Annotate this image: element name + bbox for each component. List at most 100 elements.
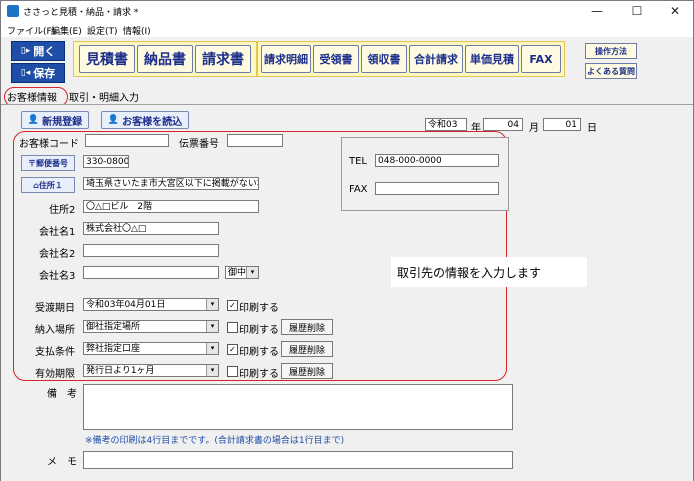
- postal-code-field[interactable]: 330-0800: [83, 155, 129, 168]
- validity-value: 発行日より1ヶ月: [86, 366, 155, 376]
- open-button-label: 開く: [33, 45, 56, 58]
- honorific-select[interactable]: 御中 ▾: [225, 266, 259, 279]
- address1-label: 住所１: [38, 180, 63, 190]
- minimize-button[interactable]: —: [577, 1, 617, 21]
- print-label: 印刷する: [239, 347, 279, 358]
- history-delete-button[interactable]: 履歴削除: [281, 363, 333, 379]
- memo-textarea[interactable]: [83, 451, 513, 469]
- history-delete-button[interactable]: 履歴削除: [281, 341, 333, 357]
- tel-label: TEL: [349, 156, 367, 167]
- print-label: 印刷する: [239, 303, 279, 314]
- day-field[interactable]: 01: [543, 118, 581, 131]
- delivery-place-value: 御社指定場所: [86, 322, 141, 332]
- validity-select[interactable]: 発行日より1ヶ月 ▾: [83, 364, 219, 377]
- person-icon: 👤: [27, 115, 40, 125]
- customer-code-field[interactable]: [85, 134, 169, 147]
- print-label: 印刷する: [239, 369, 279, 380]
- company3-label: 会社名3: [39, 271, 76, 282]
- payment-select[interactable]: 弊社指定口座 ▾: [83, 342, 219, 355]
- chevron-down-icon: ▾: [206, 343, 218, 354]
- help-button[interactable]: 操作方法: [585, 43, 637, 59]
- address2-field[interactable]: 〇△□ビル 2階: [83, 200, 259, 213]
- close-button[interactable]: ✕: [655, 1, 694, 21]
- total-invoice-button[interactable]: 合計請求: [409, 45, 463, 73]
- payment-value: 弊社指定口座: [86, 344, 141, 354]
- print-payment-checkbox[interactable]: ✓: [227, 344, 238, 355]
- customer-code-label: お客様コード: [19, 139, 79, 150]
- payment-label: 支払条件: [35, 347, 75, 358]
- slip-no-field[interactable]: [227, 134, 283, 147]
- print-label: 印刷する: [239, 325, 279, 336]
- company1-field[interactable]: 株式会社〇△□: [83, 222, 219, 235]
- delivery-date-label: 受渡期日: [35, 303, 75, 314]
- tab-transactions[interactable]: 取引・明細入力: [69, 89, 139, 104]
- fax-label: FAX: [349, 184, 368, 195]
- tel-field[interactable]: 048-000-0000: [375, 154, 499, 167]
- chevron-down-icon: ▾: [206, 321, 218, 332]
- save-button[interactable]: ▯◂ 保存: [11, 63, 65, 83]
- print-delivery-date-checkbox[interactable]: ✓: [227, 300, 238, 311]
- address1-field[interactable]: 埼玉県さいたま市大宮区以下に掲載がない場: [83, 177, 259, 190]
- contact-frame: [341, 137, 509, 211]
- era-year-field[interactable]: 令和03: [425, 118, 467, 131]
- app-window: ささっと見積・納品・請求 * — ☐ ✕ ファイル(F) 編集(E) 設定(T)…: [0, 0, 694, 481]
- instruction-callout: 取引先の情報を入力します: [391, 257, 587, 287]
- delivery-place-select[interactable]: 御社指定場所 ▾: [83, 320, 219, 333]
- title-bar: ささっと見積・納品・請求 * — ☐ ✕: [1, 1, 693, 21]
- company1-label: 会社名1: [39, 227, 76, 238]
- estimate-button[interactable]: 見積書: [79, 45, 135, 73]
- invoice-detail-button[interactable]: 請求明細: [261, 45, 311, 73]
- invoice-button[interactable]: 請求書: [195, 45, 251, 73]
- print-validity-checkbox[interactable]: [227, 366, 238, 377]
- window-title: ささっと見積・納品・請求 *: [23, 8, 139, 18]
- person-icon: 👤: [107, 115, 120, 125]
- new-register-button[interactable]: 👤 新規登録: [21, 111, 89, 129]
- remarks-textarea[interactable]: [83, 384, 513, 430]
- postal-code-label: 郵便番号: [36, 158, 68, 168]
- load-customer-button[interactable]: 👤 お客様を読込: [101, 111, 189, 129]
- delivery-button[interactable]: 納品書: [137, 45, 193, 73]
- save-door-icon: ▯◂: [20, 68, 31, 78]
- toolbar: ▯▸ 開く ▯◂ 保存 見積書 納品書 請求書 請求明細 受領書 領収書 合計請…: [1, 37, 693, 85]
- day-label: 日: [587, 123, 597, 134]
- load-customer-label: お客様を読込: [122, 116, 183, 128]
- postal-code-button[interactable]: 〒 郵便番号: [21, 155, 75, 171]
- company3-field[interactable]: [83, 266, 219, 279]
- remarks-note: ※備考の印刷は4行目までです。(合計請求書の場合は1行目まで): [85, 436, 345, 446]
- menu-bar: ファイル(F) 編集(E) 設定(T) 情報(I): [1, 21, 693, 37]
- validity-label: 有効期限: [35, 369, 75, 380]
- chevron-down-icon: ▾: [246, 267, 258, 278]
- honorific-value: 御中: [228, 268, 247, 278]
- maximize-button[interactable]: ☐: [617, 1, 657, 21]
- fax-button[interactable]: FAX: [521, 45, 561, 73]
- company2-field[interactable]: [83, 244, 219, 257]
- receipt-button[interactable]: 領収書: [361, 45, 407, 73]
- history-delete-button[interactable]: 履歴削除: [281, 319, 333, 335]
- app-icon: [7, 5, 19, 17]
- menu-file[interactable]: ファイル(F): [7, 24, 55, 37]
- slip-no-label: 伝票番号: [179, 139, 219, 150]
- save-button-label: 保存: [33, 67, 56, 80]
- address2-label: 住所2: [49, 205, 76, 216]
- delivery-date-value: 令和03年04月01日: [86, 300, 166, 310]
- delivery-date-select[interactable]: 令和03年04月01日 ▾: [83, 298, 219, 311]
- open-button[interactable]: ▯▸ 開く: [11, 41, 65, 61]
- faq-button[interactable]: よくある質問: [585, 63, 637, 79]
- receipt-ack-button[interactable]: 受領書: [313, 45, 359, 73]
- tab-strip: お客様情報 取引・明細入力: [1, 87, 693, 107]
- unit-estimate-button[interactable]: 単価見積: [465, 45, 519, 73]
- menu-edit[interactable]: 編集(E): [51, 24, 82, 37]
- menu-info[interactable]: 情報(I): [123, 24, 151, 37]
- fax-field[interactable]: [375, 182, 499, 195]
- address1-button[interactable]: ⌂ 住所１: [21, 177, 75, 193]
- memo-label: メ モ: [47, 457, 77, 468]
- menu-settings[interactable]: 設定(T): [87, 24, 118, 37]
- month-field[interactable]: 04: [483, 118, 523, 131]
- remarks-label: 備 考: [47, 389, 77, 400]
- print-delivery-place-checkbox[interactable]: [227, 322, 238, 333]
- chevron-down-icon: ▾: [206, 365, 218, 376]
- chevron-down-icon: ▾: [206, 299, 218, 310]
- new-register-label: 新規登録: [42, 116, 83, 128]
- customer-info-panel: 👤 新規登録 👤 お客様を読込 令和03 年 04 月 01 日 お客様コード …: [1, 105, 693, 481]
- tab-customer-info[interactable]: お客様情報: [7, 89, 57, 104]
